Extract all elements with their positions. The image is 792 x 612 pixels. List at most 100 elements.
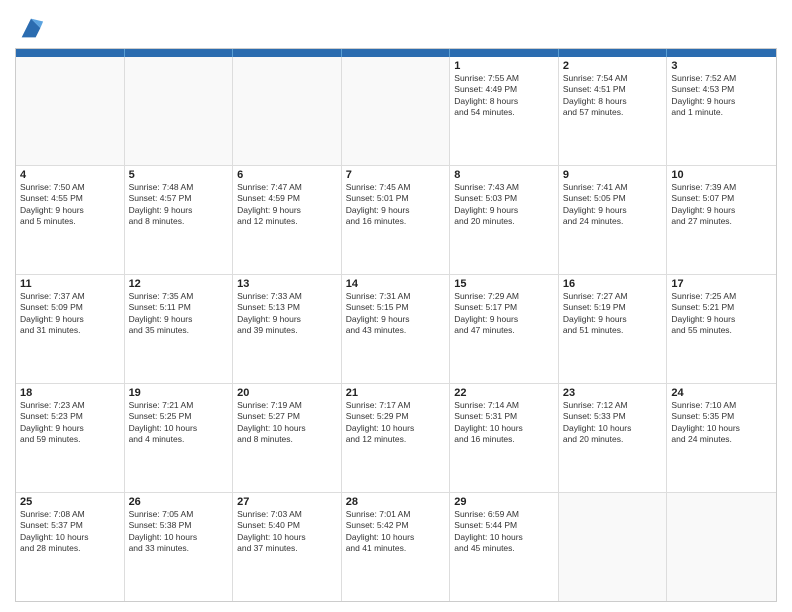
- day-number: 4: [20, 169, 120, 181]
- cell-info: Sunrise: 7:45 AM Sunset: 5:01 PM Dayligh…: [346, 182, 446, 228]
- calendar-row-2: 11Sunrise: 7:37 AM Sunset: 5:09 PM Dayli…: [16, 274, 776, 383]
- day-number: 14: [346, 278, 446, 290]
- day-number: 25: [20, 496, 120, 508]
- calendar-cell: 16Sunrise: 7:27 AM Sunset: 5:19 PM Dayli…: [559, 275, 668, 383]
- cell-info: Sunrise: 7:19 AM Sunset: 5:27 PM Dayligh…: [237, 400, 337, 446]
- day-number: 6: [237, 169, 337, 181]
- cell-info: Sunrise: 7:23 AM Sunset: 5:23 PM Dayligh…: [20, 400, 120, 446]
- calendar-cell: 7Sunrise: 7:45 AM Sunset: 5:01 PM Daylig…: [342, 166, 451, 274]
- calendar-cell: 25Sunrise: 7:08 AM Sunset: 5:37 PM Dayli…: [16, 493, 125, 601]
- calendar-body: 1Sunrise: 7:55 AM Sunset: 4:49 PM Daylig…: [16, 57, 776, 601]
- day-number: 24: [671, 387, 772, 399]
- cell-info: Sunrise: 7:41 AM Sunset: 5:05 PM Dayligh…: [563, 182, 663, 228]
- cell-info: Sunrise: 7:03 AM Sunset: 5:40 PM Dayligh…: [237, 509, 337, 555]
- cell-info: Sunrise: 7:27 AM Sunset: 5:19 PM Dayligh…: [563, 291, 663, 337]
- cell-info: Sunrise: 7:01 AM Sunset: 5:42 PM Dayligh…: [346, 509, 446, 555]
- day-number: 13: [237, 278, 337, 290]
- header-wednesday: [342, 49, 451, 57]
- cell-info: Sunrise: 7:48 AM Sunset: 4:57 PM Dayligh…: [129, 182, 229, 228]
- day-number: 18: [20, 387, 120, 399]
- cell-info: Sunrise: 6:59 AM Sunset: 5:44 PM Dayligh…: [454, 509, 554, 555]
- calendar-row-1: 4Sunrise: 7:50 AM Sunset: 4:55 PM Daylig…: [16, 165, 776, 274]
- calendar: 1Sunrise: 7:55 AM Sunset: 4:49 PM Daylig…: [15, 48, 777, 602]
- cell-info: Sunrise: 7:25 AM Sunset: 5:21 PM Dayligh…: [671, 291, 772, 337]
- cell-info: Sunrise: 7:29 AM Sunset: 5:17 PM Dayligh…: [454, 291, 554, 337]
- calendar-cell: 11Sunrise: 7:37 AM Sunset: 5:09 PM Dayli…: [16, 275, 125, 383]
- calendar-cell: 8Sunrise: 7:43 AM Sunset: 5:03 PM Daylig…: [450, 166, 559, 274]
- day-number: 2: [563, 60, 663, 72]
- day-number: 28: [346, 496, 446, 508]
- day-number: 16: [563, 278, 663, 290]
- calendar-cell: [667, 493, 776, 601]
- calendar-cell: 19Sunrise: 7:21 AM Sunset: 5:25 PM Dayli…: [125, 384, 234, 492]
- logo-icon: [17, 14, 45, 42]
- day-number: 5: [129, 169, 229, 181]
- cell-info: Sunrise: 7:54 AM Sunset: 4:51 PM Dayligh…: [563, 73, 663, 119]
- header: [15, 10, 777, 42]
- calendar-cell: 5Sunrise: 7:48 AM Sunset: 4:57 PM Daylig…: [125, 166, 234, 274]
- header-sunday: [16, 49, 125, 57]
- day-number: 8: [454, 169, 554, 181]
- cell-info: Sunrise: 7:12 AM Sunset: 5:33 PM Dayligh…: [563, 400, 663, 446]
- calendar-cell: 18Sunrise: 7:23 AM Sunset: 5:23 PM Dayli…: [16, 384, 125, 492]
- day-number: 10: [671, 169, 772, 181]
- calendar-cell: 26Sunrise: 7:05 AM Sunset: 5:38 PM Dayli…: [125, 493, 234, 601]
- calendar-cell: 9Sunrise: 7:41 AM Sunset: 5:05 PM Daylig…: [559, 166, 668, 274]
- cell-info: Sunrise: 7:21 AM Sunset: 5:25 PM Dayligh…: [129, 400, 229, 446]
- calendar-cell: 3Sunrise: 7:52 AM Sunset: 4:53 PM Daylig…: [667, 57, 776, 165]
- day-number: 17: [671, 278, 772, 290]
- cell-info: Sunrise: 7:43 AM Sunset: 5:03 PM Dayligh…: [454, 182, 554, 228]
- day-number: 27: [237, 496, 337, 508]
- cell-info: Sunrise: 7:52 AM Sunset: 4:53 PM Dayligh…: [671, 73, 772, 119]
- cell-info: Sunrise: 7:37 AM Sunset: 5:09 PM Dayligh…: [20, 291, 120, 337]
- calendar-row-0: 1Sunrise: 7:55 AM Sunset: 4:49 PM Daylig…: [16, 57, 776, 165]
- calendar-cell: 29Sunrise: 6:59 AM Sunset: 5:44 PM Dayli…: [450, 493, 559, 601]
- calendar-cell: [125, 57, 234, 165]
- calendar-cell: 17Sunrise: 7:25 AM Sunset: 5:21 PM Dayli…: [667, 275, 776, 383]
- calendar-cell: 2Sunrise: 7:54 AM Sunset: 4:51 PM Daylig…: [559, 57, 668, 165]
- day-number: 26: [129, 496, 229, 508]
- day-number: 9: [563, 169, 663, 181]
- cell-info: Sunrise: 7:08 AM Sunset: 5:37 PM Dayligh…: [20, 509, 120, 555]
- cell-info: Sunrise: 7:05 AM Sunset: 5:38 PM Dayligh…: [129, 509, 229, 555]
- day-number: 12: [129, 278, 229, 290]
- calendar-row-4: 25Sunrise: 7:08 AM Sunset: 5:37 PM Dayli…: [16, 492, 776, 601]
- calendar-cell: 22Sunrise: 7:14 AM Sunset: 5:31 PM Dayli…: [450, 384, 559, 492]
- day-number: 23: [563, 387, 663, 399]
- calendar-cell: 28Sunrise: 7:01 AM Sunset: 5:42 PM Dayli…: [342, 493, 451, 601]
- calendar-cell: 27Sunrise: 7:03 AM Sunset: 5:40 PM Dayli…: [233, 493, 342, 601]
- day-number: 19: [129, 387, 229, 399]
- calendar-cell: [559, 493, 668, 601]
- cell-info: Sunrise: 7:17 AM Sunset: 5:29 PM Dayligh…: [346, 400, 446, 446]
- calendar-cell: [16, 57, 125, 165]
- calendar-cell: 24Sunrise: 7:10 AM Sunset: 5:35 PM Dayli…: [667, 384, 776, 492]
- calendar-cell: 21Sunrise: 7:17 AM Sunset: 5:29 PM Dayli…: [342, 384, 451, 492]
- day-number: 15: [454, 278, 554, 290]
- day-number: 29: [454, 496, 554, 508]
- cell-info: Sunrise: 7:10 AM Sunset: 5:35 PM Dayligh…: [671, 400, 772, 446]
- day-number: 21: [346, 387, 446, 399]
- cell-info: Sunrise: 7:47 AM Sunset: 4:59 PM Dayligh…: [237, 182, 337, 228]
- logo: [15, 14, 45, 42]
- calendar-header: [16, 49, 776, 57]
- header-thursday: [450, 49, 559, 57]
- calendar-cell: 20Sunrise: 7:19 AM Sunset: 5:27 PM Dayli…: [233, 384, 342, 492]
- calendar-cell: 23Sunrise: 7:12 AM Sunset: 5:33 PM Dayli…: [559, 384, 668, 492]
- day-number: 22: [454, 387, 554, 399]
- cell-info: Sunrise: 7:33 AM Sunset: 5:13 PM Dayligh…: [237, 291, 337, 337]
- calendar-row-3: 18Sunrise: 7:23 AM Sunset: 5:23 PM Dayli…: [16, 383, 776, 492]
- page: 1Sunrise: 7:55 AM Sunset: 4:49 PM Daylig…: [0, 0, 792, 612]
- calendar-cell: [233, 57, 342, 165]
- calendar-cell: 1Sunrise: 7:55 AM Sunset: 4:49 PM Daylig…: [450, 57, 559, 165]
- cell-info: Sunrise: 7:14 AM Sunset: 5:31 PM Dayligh…: [454, 400, 554, 446]
- header-monday: [125, 49, 234, 57]
- day-number: 20: [237, 387, 337, 399]
- cell-info: Sunrise: 7:39 AM Sunset: 5:07 PM Dayligh…: [671, 182, 772, 228]
- calendar-cell: 10Sunrise: 7:39 AM Sunset: 5:07 PM Dayli…: [667, 166, 776, 274]
- calendar-cell: [342, 57, 451, 165]
- header-friday: [559, 49, 668, 57]
- day-number: 1: [454, 60, 554, 72]
- header-saturday: [667, 49, 776, 57]
- day-number: 3: [671, 60, 772, 72]
- cell-info: Sunrise: 7:50 AM Sunset: 4:55 PM Dayligh…: [20, 182, 120, 228]
